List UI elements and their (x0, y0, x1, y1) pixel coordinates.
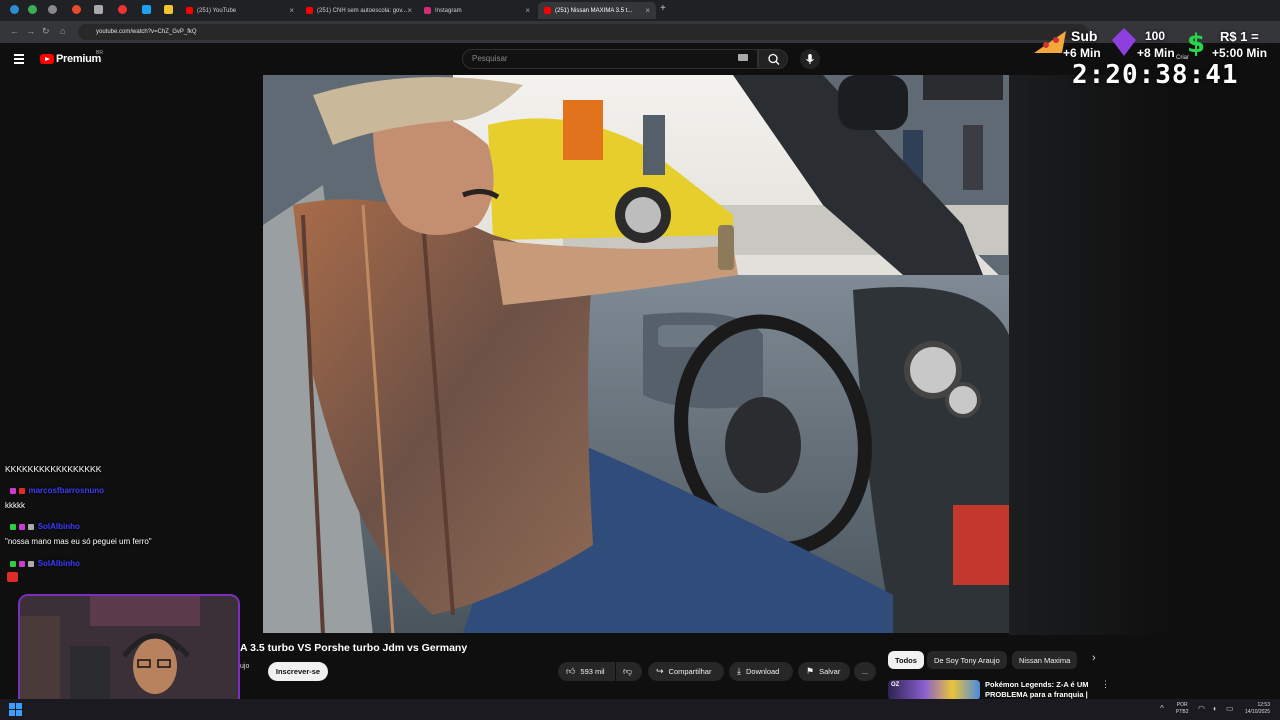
pinned-tab-icon[interactable] (72, 5, 81, 14)
tray-chevron-icon[interactable]: ^ (1160, 704, 1164, 713)
bookmark-icon: ⚑ (806, 666, 815, 676)
browser-tab[interactable]: (251) YouTube × (180, 2, 300, 19)
close-tab-icon[interactable]: × (289, 6, 294, 15)
recommendation-thumbnail[interactable]: OZ (888, 680, 980, 700)
channel-name[interactable]: ujo (240, 663, 249, 670)
chat-message: SolAlbinho (10, 559, 80, 568)
chip-topic[interactable]: Nissan Maxima (1012, 651, 1078, 669)
pinned-tab-icon[interactable] (142, 5, 151, 14)
instagram-favicon-icon (424, 7, 431, 14)
region-code: BR (96, 50, 103, 56)
overlay-gem-count: 100 (1145, 29, 1166, 43)
thumbs-down-icon: 👎︎ (623, 666, 633, 676)
chat-badge-icon (10, 560, 16, 567)
clock[interactable]: 12:53 14/10/2025 (1245, 702, 1270, 716)
url-field[interactable]: youtube.com/watch?v=ChZ_GvP_fkQ (78, 24, 1088, 40)
video-title: A 3.5 turbo VS Porshe turbo Jdm vs Germa… (240, 642, 468, 654)
dislike-button[interactable]: 👎︎ (616, 662, 642, 681)
more-horizontal-icon: ... (861, 667, 869, 676)
recommendation-title[interactable]: Pokémon Legends: Z-A é UM PROBLEMA para … (985, 680, 1097, 700)
close-tab-icon[interactable]: × (525, 6, 530, 15)
windows-start-icon[interactable] (9, 703, 23, 717)
chat-badge-icon (28, 523, 35, 530)
browser-tab-active[interactable]: (251) Nissan MAXIMA 3.5 t... × (538, 2, 656, 19)
chat-badge-icon (10, 487, 16, 494)
wifi-icon[interactable]: ◠ (1198, 704, 1205, 713)
browser-tab-strip: (251) YouTube × (251) CNH sem autoescola… (0, 0, 1280, 21)
reload-icon[interactable]: ↻ (42, 26, 50, 37)
youtube-favicon-icon (544, 7, 551, 14)
overlay-sub-time: +6 Min (1063, 46, 1101, 60)
chat-badge-icon (19, 523, 26, 530)
pinned-tab-icon[interactable] (28, 5, 37, 14)
youtube-logo-icon[interactable] (40, 54, 54, 64)
share-icon: ↪ (656, 666, 664, 676)
microphone-icon (806, 54, 814, 64)
voice-search-button[interactable] (800, 49, 820, 69)
volume-icon[interactable]: ◖ (1212, 704, 1217, 713)
home-icon[interactable]: ⌂ (60, 26, 65, 36)
chat-message-text: "nossa mano mas eu só peguei um ferro" (5, 537, 152, 546)
gem-icon (1112, 28, 1136, 56)
money-icon: $ (1185, 28, 1213, 59)
emote-icon (7, 572, 18, 582)
overlay-money-label: R$ 1 = (1220, 29, 1259, 44)
chat-badge-icon (19, 560, 26, 567)
download-button[interactable]: ⤓ Download (729, 662, 793, 681)
pinned-tab-icon[interactable] (48, 5, 57, 14)
subathon-timer: 2:20:38:41 (1072, 60, 1239, 90)
new-tab-icon[interactable]: + (660, 3, 666, 14)
svg-text:$: $ (1187, 29, 1205, 58)
close-tab-icon[interactable]: × (407, 6, 412, 15)
more-vertical-icon[interactable]: ⋮ (1101, 679, 1110, 690)
chat-message: KKKKKKKKKKKKKKKKK (5, 464, 102, 474)
battery-icon[interactable]: ▭ (1226, 704, 1234, 713)
chip-all[interactable]: Todos (888, 651, 924, 669)
overlay-gem-time: +8 Min (1137, 46, 1175, 60)
video-player[interactable] (263, 75, 1009, 633)
thumbs-up-icon: 👍︎ (566, 666, 576, 676)
hamburger-menu-icon[interactable] (14, 54, 24, 66)
chat-badge-icon (28, 560, 35, 567)
overlay-money-time: +5:00 Min (1212, 46, 1268, 60)
chat-badge-icon (19, 487, 26, 494)
subscribe-button[interactable]: Inscrever-se (268, 662, 328, 681)
search-input[interactable]: Pesquisar (462, 49, 758, 69)
chat-message: marcosfbarrosnuno (10, 486, 104, 495)
chat-message-text: kkkkk (5, 501, 25, 510)
save-button[interactable]: ⚑ Salvar (798, 662, 850, 681)
windows-taskbar: ^ POR PTB2 ◠ ◖ ▭ 12:53 14/10/2025 (0, 699, 1280, 720)
forward-icon[interactable]: → (26, 26, 35, 36)
pinned-tab-icon[interactable] (164, 5, 173, 14)
language-indicator[interactable]: POR PTB2 (1176, 702, 1189, 716)
youtube-favicon-icon (306, 7, 313, 14)
browser-tab[interactable]: Instagram × (418, 2, 536, 19)
pinned-tab-icon[interactable] (118, 5, 127, 14)
youtube-favicon-icon (186, 7, 193, 14)
download-icon: ⤓ (737, 666, 741, 676)
chat-badge-icon (10, 523, 16, 530)
chevron-right-icon[interactable]: › (1092, 652, 1096, 664)
like-button[interactable]: 👍︎ 593 mil (558, 662, 615, 681)
browser-tab[interactable]: (251) CNH sem autoescola: gov... × (300, 2, 418, 19)
keyboard-icon[interactable] (738, 54, 748, 61)
player-side-area (1009, 75, 1280, 635)
chip-channel[interactable]: De Soy Tony Araujo (927, 651, 1007, 669)
pinned-tab-icon[interactable] (94, 5, 103, 14)
pinned-tab-icon[interactable] (10, 5, 19, 14)
video-frame (263, 75, 1009, 633)
search-button[interactable] (758, 49, 788, 69)
back-icon[interactable]: ← (10, 26, 19, 36)
overlay-sub-label: Sub (1071, 28, 1098, 44)
close-tab-icon[interactable]: × (645, 6, 650, 15)
search-icon (768, 53, 780, 65)
youtube-premium-logo[interactable]: Premium (56, 53, 101, 65)
chat-message: SolAlbinho (10, 522, 80, 531)
more-actions-button[interactable]: ... (854, 662, 876, 681)
share-button[interactable]: ↪ Compartilhar (648, 662, 724, 681)
